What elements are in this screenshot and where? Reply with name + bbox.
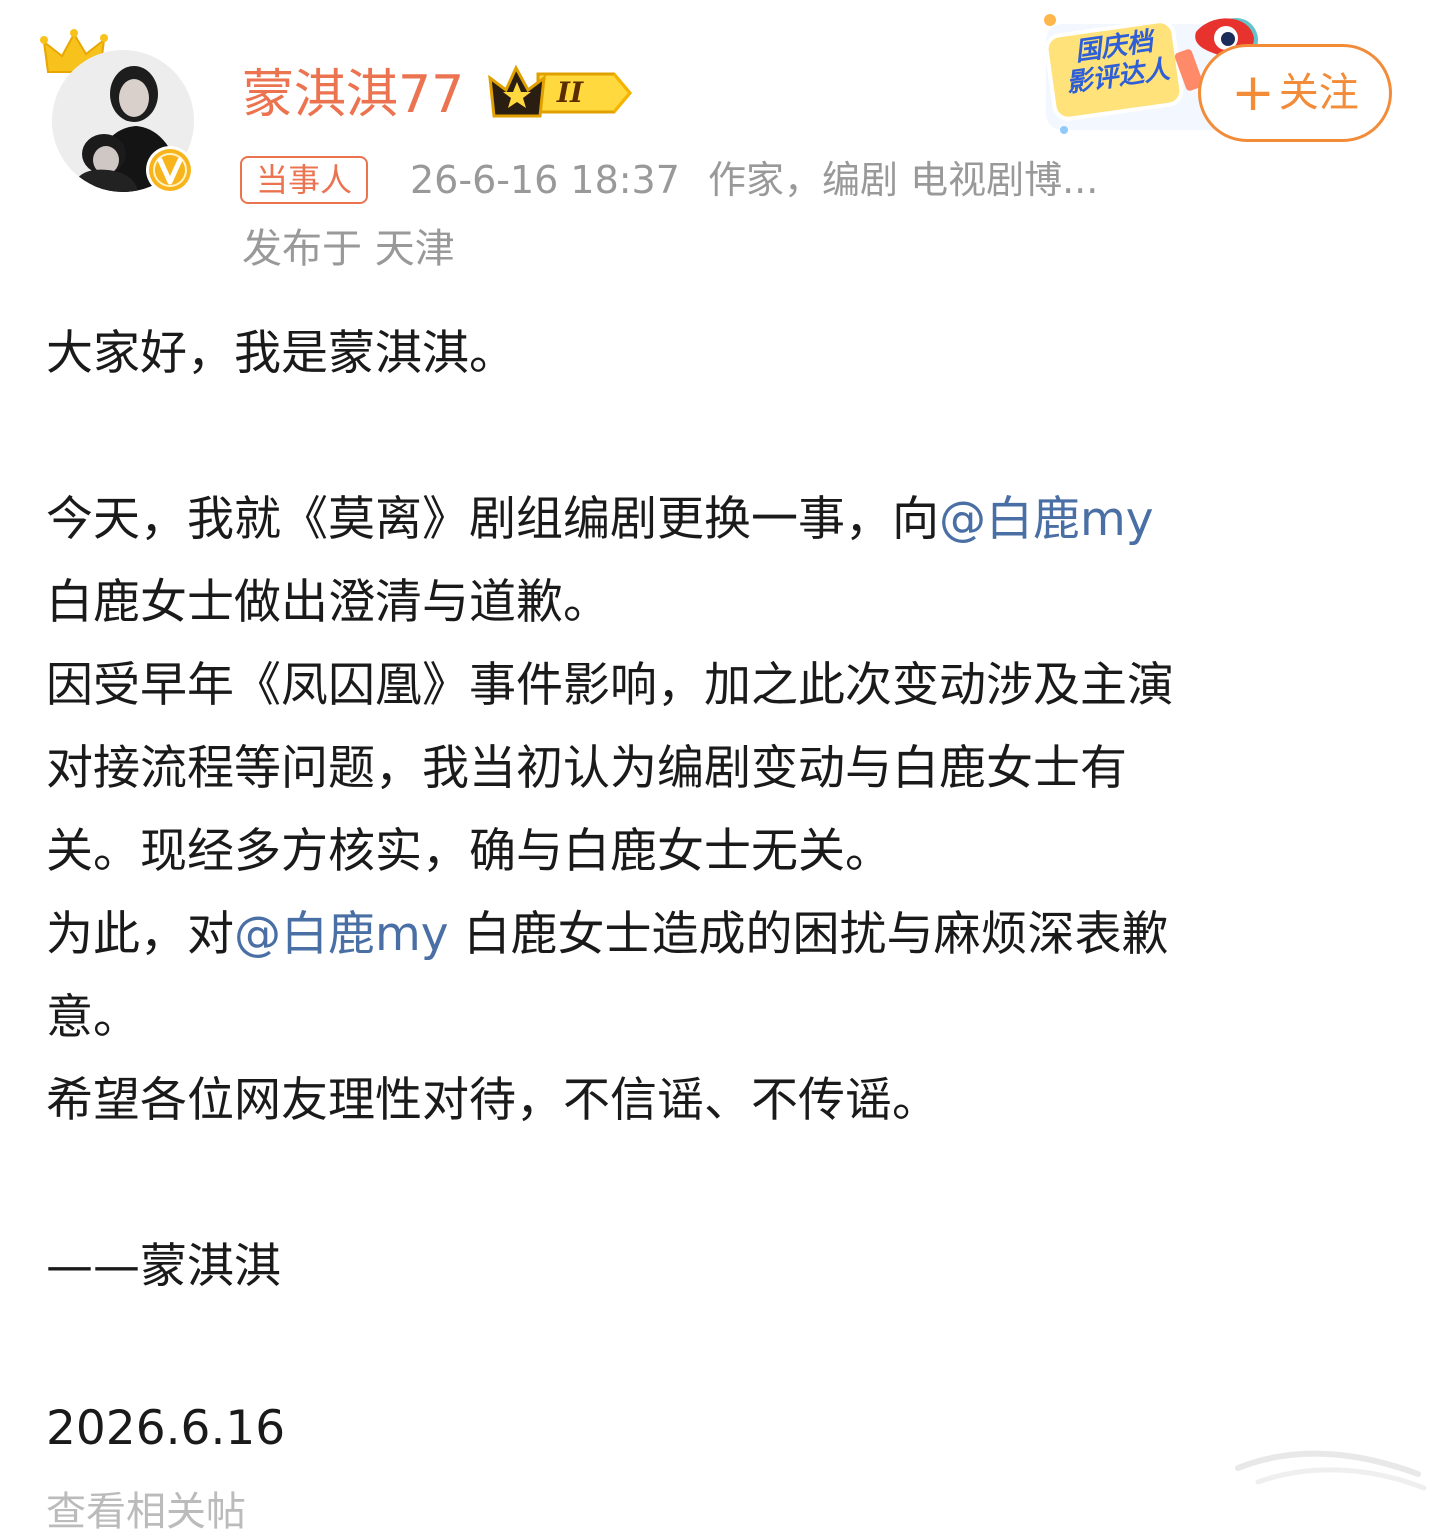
plus-icon: +	[1231, 63, 1275, 123]
signature: ——蒙淇淇	[46, 1239, 281, 1294]
author-avatar-group[interactable]	[40, 28, 210, 208]
weibo-watermark-icon	[1228, 1428, 1428, 1494]
follow-label: 关注	[1278, 70, 1359, 116]
body-text: 白鹿女士造成的困扰与麻烦深表歉	[448, 907, 1169, 962]
body-paragraph: 意。	[46, 990, 140, 1045]
body-paragraph: 为此，对@白鹿my 白鹿女士造成的困扰与麻烦深表歉	[46, 893, 1406, 976]
body-paragraph: 关。现经多方核实，确与白鹿女士无关。	[46, 824, 892, 879]
post-date: 2026.6.16	[46, 1401, 286, 1456]
role-tag: 当事人	[240, 156, 369, 204]
body-text: 为此，对	[46, 907, 234, 962]
author-description: 作家，编剧 电视剧博...	[708, 158, 1099, 202]
post-location: 发布于 天津	[242, 226, 455, 272]
vip-badge[interactable]: II	[486, 64, 634, 122]
body-paragraph: 对接流程等问题，我当初认为编剧变动与白鹿女士有	[46, 741, 1127, 796]
footer-related-link[interactable]: 查看相关帖	[46, 1492, 246, 1532]
body-paragraph: 大家好，我是蒙淇淇。	[46, 326, 516, 381]
body-paragraph: 今天，我就《莫离》剧组编剧更换一事，向@白鹿my	[46, 478, 1406, 561]
body-paragraph: 因受早年《凤囚凰》事件影响，加之此次变动涉及主演	[46, 658, 1174, 713]
body-paragraph: 希望各位网友理性对待，不信谣、不传谣。	[46, 1073, 939, 1128]
follow-button[interactable]: + 关注	[1198, 44, 1392, 142]
verified-badge-icon	[146, 146, 194, 194]
author-name[interactable]: 蒙淇淇77	[242, 60, 464, 130]
body-text: 今天，我就《莫离》剧组编剧更换一事，向	[46, 492, 939, 547]
post-timestamp: 26-6-16 18:37	[410, 158, 680, 202]
mention-link[interactable]: @白鹿my	[234, 907, 449, 962]
vip-level-text: II	[556, 76, 584, 109]
body-paragraph: 白鹿女士做出澄清与道歉。	[46, 575, 610, 630]
post-body: 大家好，我是蒙淇淇。 今天，我就《莫离》剧组编剧更换一事，向@白鹿my 白鹿女士…	[46, 312, 1406, 1308]
post-header: 蒙淇淇77 II 当事人 26-6-16 18:37 作家，编剧 电视剧博...…	[0, 0, 1440, 300]
mention-link[interactable]: @白鹿my	[939, 492, 1154, 547]
